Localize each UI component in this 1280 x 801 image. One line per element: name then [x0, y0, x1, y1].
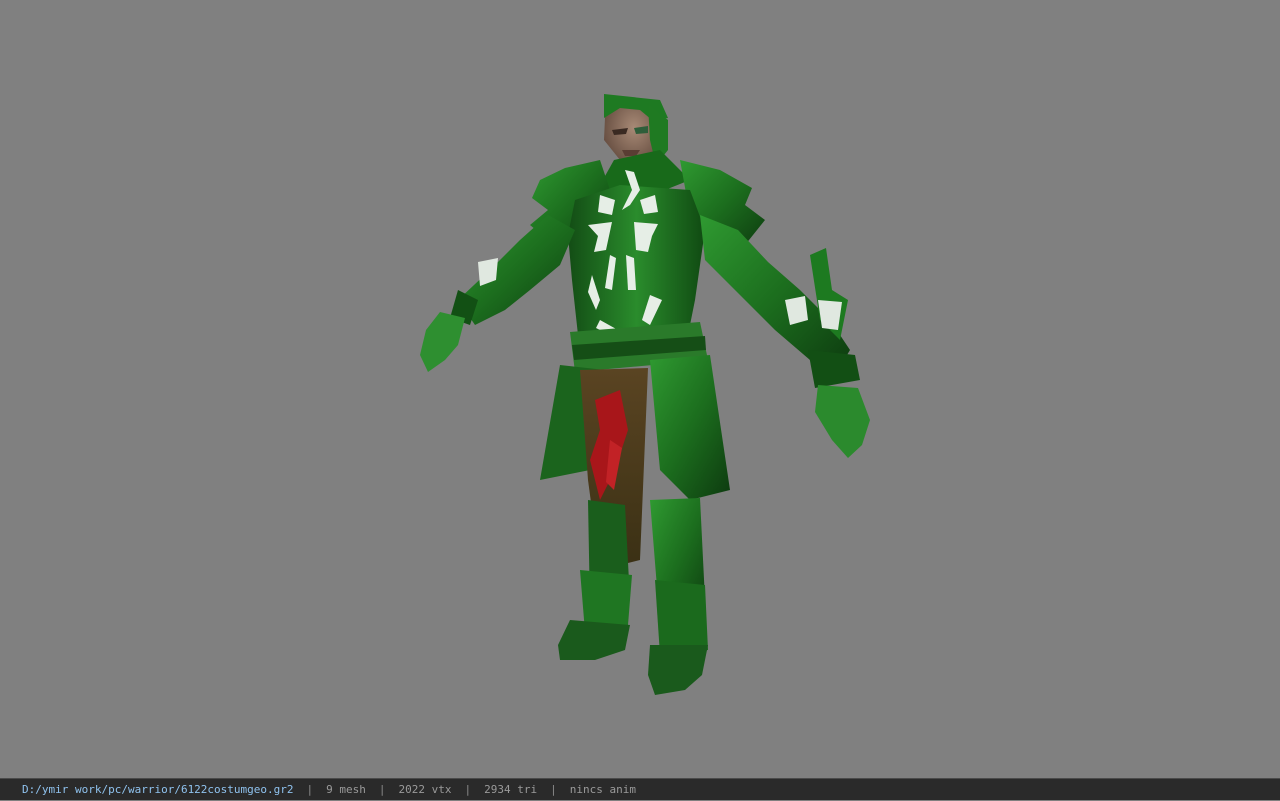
model-left-arm	[420, 215, 575, 372]
file-path: D:/ymir work/pc/warrior/6122costumgeo.gr…	[22, 782, 294, 796]
anim-status: nincs anim	[569, 782, 636, 796]
mesh-count: 9 mesh	[326, 782, 366, 796]
status-bar: D:/ymir work/pc/warrior/6122costumgeo.gr…	[0, 778, 1280, 800]
character-model[interactable]	[0, 0, 1280, 778]
separator: |	[378, 782, 386, 796]
separator: |	[550, 782, 557, 796]
separator: |	[306, 782, 314, 796]
vertex-count: 2022 vtx	[398, 782, 452, 796]
3d-viewport[interactable]	[0, 0, 1280, 778]
triangle-count: 2934 tri	[484, 782, 538, 796]
model-right-arm	[700, 215, 870, 458]
model-torso	[568, 185, 705, 345]
separator: |	[464, 782, 472, 796]
